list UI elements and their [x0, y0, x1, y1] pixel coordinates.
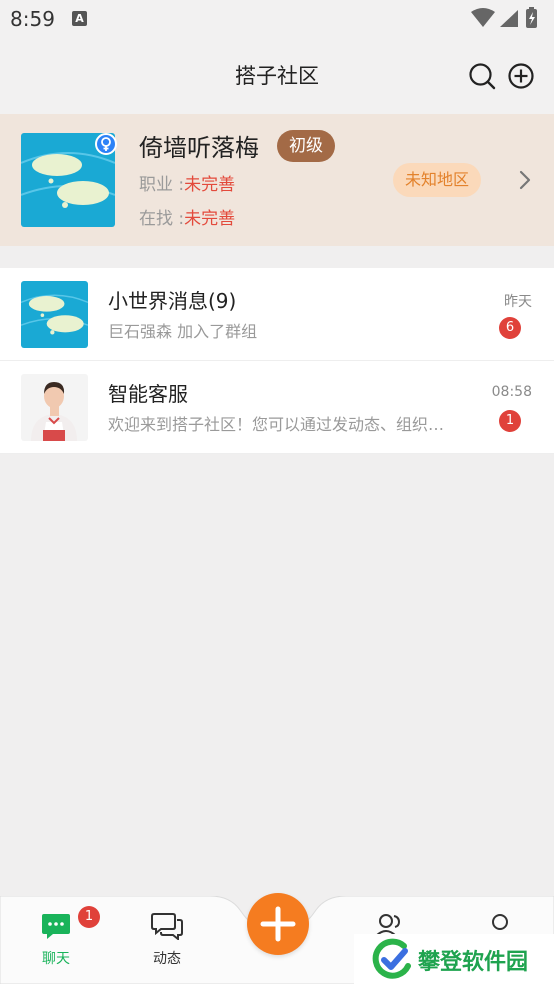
system-status-icons	[471, 7, 537, 28]
watermark: 攀登软件园	[354, 934, 554, 984]
wifi-icon	[471, 8, 495, 27]
status-time: 8:59	[10, 7, 55, 31]
level-badge: 初级	[277, 130, 335, 162]
chat-time: 08:58	[491, 384, 532, 400]
notification-a-icon: A	[72, 11, 87, 26]
unread-badge: 6	[499, 317, 521, 339]
unread-badge: 1	[499, 410, 521, 432]
profile-card[interactable]: 倚墙听落梅 初级 职业 :未完善 在找 :未完善 未知地区	[0, 114, 554, 246]
chat-item-customer-service[interactable]: 智能客服 欢迎来到搭子社区！您可以通过发动态、组织活动、加入群组来寻找你的搭子 …	[0, 361, 554, 454]
tab-chat-badge: 1	[78, 906, 100, 928]
signal-icon	[500, 10, 518, 27]
profile-job-row: 职业 :未完善	[139, 170, 235, 195]
region-tag: 未知地区	[393, 163, 482, 197]
tab-moments[interactable]: 动态	[127, 912, 207, 968]
seeking-value: 未完善	[184, 209, 236, 229]
chat-avatar	[21, 281, 88, 348]
profile-seeking-row: 在找 :未完善	[139, 204, 235, 229]
chat-name: 智能客服	[108, 382, 188, 406]
watermark-logo-icon	[372, 938, 411, 979]
female-gender-icon	[95, 133, 117, 155]
cloud-avatar-image	[21, 281, 88, 348]
chat-name: 小世界消息(9)	[108, 289, 237, 313]
watermark-text: 攀登软件园	[418, 950, 529, 975]
chat-last-message: 巨石强森 加入了群组	[108, 322, 258, 341]
app-header: 搭子社区	[0, 38, 554, 114]
create-fab-button[interactable]	[247, 893, 309, 955]
chevron-right-icon[interactable]	[514, 169, 536, 191]
tab-moments-label: 动态	[153, 951, 181, 967]
moments-icon	[151, 913, 183, 942]
seeking-label: 在找 :	[139, 209, 185, 229]
chat-last-message: 欢迎来到搭子社区！您可以通过发动态、组织活动、加入群组来寻找你的搭子	[108, 415, 448, 434]
chat-time: 昨天	[504, 294, 532, 310]
add-circle-icon[interactable]	[507, 62, 535, 90]
chat-list: 小世界消息(9) 巨石强森 加入了群组 昨天 6 智能客服 欢迎来到搭子社区！您…	[0, 268, 554, 454]
chat-item-world-messages[interactable]: 小世界消息(9) 巨石强森 加入了群组 昨天 6	[0, 268, 554, 361]
profile-name: 倚墙听落梅	[139, 134, 259, 162]
chat-avatar	[21, 374, 88, 441]
status-bar: 8:59 A	[0, 0, 554, 38]
job-label: 职业 :	[139, 175, 185, 195]
service-agent-avatar-image	[21, 374, 88, 441]
plus-icon	[260, 906, 296, 942]
job-value: 未完善	[184, 175, 236, 195]
tab-chat-label: 聊天	[42, 951, 70, 967]
chat-bubble-icon	[42, 914, 70, 939]
search-icon[interactable]	[468, 62, 496, 90]
